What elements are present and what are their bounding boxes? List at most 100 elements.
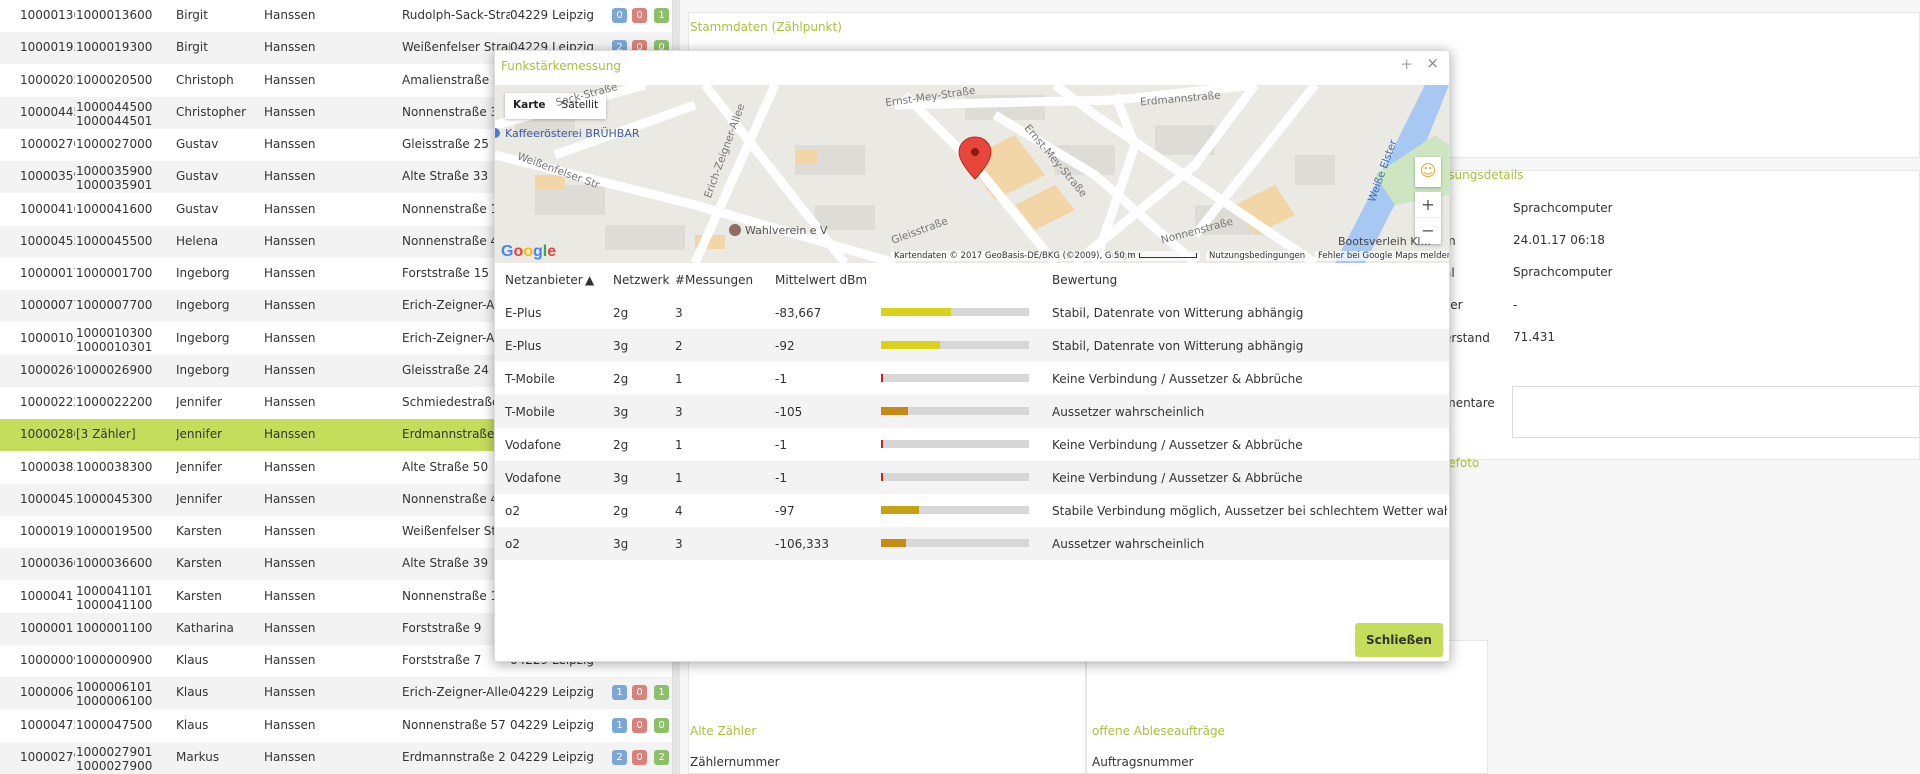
mean-cell: -83,667 [775,306,822,320]
signal-strength-fill [881,539,906,547]
map-place-label[interactable]: Bootsverleih Kl... [1338,235,1431,248]
map-scale: 50 m [1111,251,1200,261]
comments-textarea[interactable] [1512,386,1920,438]
last-name: Hanssen [264,524,316,538]
last-name: Hanssen [264,202,316,216]
meter-numbers: 1000035900 1000035901 [76,164,176,192]
map-terms-link[interactable]: Nutzungsbedingungen [1206,251,1309,261]
zoom-in-button[interactable]: + [1415,192,1441,218]
dialog-title: Funkstärkemessung [501,59,621,73]
done-badge: 2 [654,750,669,765]
first-name: Karsten [176,524,222,538]
meter-number: 1000010301 [76,340,153,354]
first-name: Ingeborg [176,363,230,377]
list-item[interactable]: 10000136 1000013600 Birgit Hanssen Rudolph-S… [0,0,672,32]
provider-cell: E-Plus [505,306,542,320]
last-name: Hanssen [264,73,316,87]
col-count[interactable]: #Messungen [675,273,765,287]
signal-strength-fill [881,506,919,514]
last-name: Hanssen [264,40,316,54]
pegman-icon[interactable]: ☺ [1415,157,1441,187]
first-name: Gustav [176,202,219,216]
details-title: ssungsdetails [1442,168,1524,182]
network-cell: 3g [613,339,629,353]
signal-strength-bar [881,308,1029,316]
list-item[interactable]: 10000279 1000027901 1000027900 Markus Hansse… [0,742,672,774]
meter-number: 1000006100 [76,694,153,708]
customer-id: 10000359 [20,169,75,183]
table-body: E-Plus 2g 3 -83,667 Stabil, Datenrate von Wi… [495,296,1449,560]
sort-asc-icon[interactable]: ▲ [585,273,594,287]
customer-id: 10000383 [20,460,75,474]
map-place-label[interactable]: Wahlverein e V [745,224,828,237]
meter-number: 1000038300 [76,460,153,474]
count-cell: 1 [675,471,683,485]
alte-zaehler-column: Zählernummer [690,755,780,769]
expand-icon[interactable]: + [1400,55,1413,73]
mean-cell: -92 [775,339,795,353]
error-badge: 0 [632,685,647,700]
customer-id: 10000077 [20,298,75,312]
meter-number: 1000047500 [76,718,153,732]
error-badge: 0 [632,750,647,765]
meter-number: 1000000900 [76,653,153,667]
done-badge: 0 [654,718,669,733]
first-name: Jennifer [176,460,223,474]
col-mean[interactable]: Mittelwert dBm [775,273,875,287]
list-item[interactable]: 10000061 1000006101 1000006100 Klaus Hanssen… [0,677,672,709]
meter-number: 1000035900 [76,164,153,178]
last-name: Hanssen [264,427,316,441]
last-name: Hanssen [264,331,316,345]
close-button[interactable]: Schließen [1355,623,1443,657]
map[interactable]: Karte Satellit ☺ + − Kaffeerösterei BRÜH… [495,85,1449,263]
street: Nonnenstraße 57 [402,718,506,732]
provider-cell: Vodafone [505,471,562,485]
col-network[interactable]: Netzwerk [613,273,671,287]
last-name: Hanssen [264,266,316,280]
detail-value: 24.01.17 06:18 [1513,233,1605,247]
rating-cell: Keine Verbindung / Aussetzer & Abbrüche [1052,372,1303,386]
customer-id: 10000011 [20,621,75,635]
first-name: Klaus [176,653,209,667]
last-name: Hanssen [264,298,316,312]
list-item[interactable]: 10000475 1000047500 Klaus Hanssen Nonnenstra… [0,710,672,742]
meter-numbers: 1000041101 1000041100 [76,584,176,612]
table-row: E-Plus 2g 3 -83,667 Stabil, Datenrate von Wi… [495,296,1449,329]
error-badge: 0 [632,8,647,23]
meter-number: 1000027901 [76,745,153,759]
last-name: Hanssen [264,589,316,603]
google-logo: Google [501,243,557,260]
open-badge: 1 [612,685,627,700]
first-name: Katharina [176,621,234,635]
col-rating[interactable]: Bewertung [1052,273,1447,287]
signal-strength-fill [881,440,883,448]
last-name: Hanssen [264,460,316,474]
map-tab-karte[interactable]: Karte [505,93,554,119]
network-cell: 2g [613,306,629,320]
city: 04229 Leipzig [510,718,595,732]
network-cell: 2g [613,372,629,386]
offene-title: offene Ableseaufträge [1092,724,1225,738]
map-place-label[interactable]: Kaffeerösterei BRÜHBAR [505,127,640,140]
last-name: Hanssen [264,685,316,699]
meter-number: 1000001700 [76,266,153,280]
map-report-link[interactable]: Fehler bei Google Maps melden [1315,251,1449,261]
signal-strength-fill [881,407,908,415]
meter-number: 1000006101 [76,680,153,694]
count-cell: 3 [675,306,683,320]
count-cell: 3 [675,405,683,419]
customer-id: 10000136 [20,8,75,22]
close-icon[interactable]: × [1426,54,1439,72]
count-cell: 3 [675,537,683,551]
last-name: Hanssen [264,8,316,22]
map-scale-label: 50 m [1114,251,1136,261]
mean-cell: -1 [775,372,787,386]
meter-number: [3 Zähler] [76,427,136,441]
table-header: Netzanbieter ▲ Netzwerk #Messungen Mitte… [495,263,1449,296]
meter-number: 1000035901 [76,178,153,192]
customer-id: 10000205 [20,73,75,87]
first-name: Markus [176,750,220,764]
rating-cell: Keine Verbindung / Aussetzer & Abbrüche [1052,438,1303,452]
meter-numbers: 1000044500 1000044501 [76,100,176,128]
table-row: T-Mobile 3g 3 -105 Aussetzer wahrscheinlich [495,395,1449,428]
